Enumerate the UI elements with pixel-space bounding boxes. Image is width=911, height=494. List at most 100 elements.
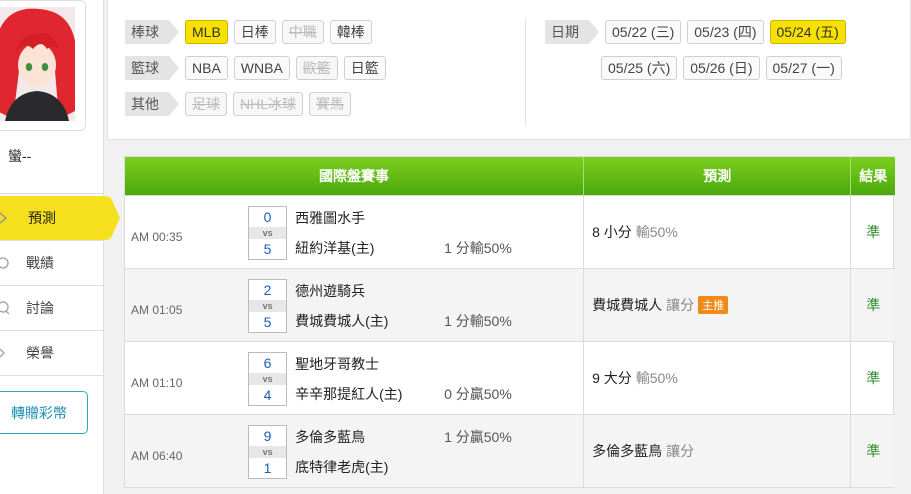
menu-item-discussion[interactable]: 討論 [0, 286, 104, 330]
away-score: 6 [263, 354, 272, 371]
away-score: 2 [263, 281, 272, 298]
away-team[interactable]: 西雅圖水手 [295, 208, 365, 228]
league-chip-cpbl: 中職 [281, 20, 324, 44]
gift-coins-button[interactable]: 轉贈彩幣 [0, 391, 88, 434]
home-team[interactable]: 費城費城人(主) [295, 311, 388, 331]
away-score: 9 [263, 427, 272, 444]
date-chip[interactable]: 05/27 (一) [765, 56, 842, 80]
league-chip-japan-baseball[interactable]: 日棒 [233, 20, 276, 44]
league-chip-wnba[interactable]: WNBA [233, 56, 290, 80]
game-time: AM 01:10 [125, 340, 192, 414]
game-time: AM 06:40 [125, 413, 192, 487]
username: 蠻-- [8, 148, 32, 164]
prediction-pick: 費城費城人 [592, 296, 663, 313]
league-chip-mlb[interactable]: MLB [185, 20, 228, 44]
date-tag: 日期 [545, 20, 599, 44]
date-chip[interactable]: 05/22 (三) [605, 20, 682, 44]
basketball-tag: 籃球 [125, 56, 179, 80]
prediction-cell: 多倫多藍鳥 讓分 [583, 413, 851, 487]
filter-panel: 棒球 MLB 日棒 中職 韓棒 籃球 NBA WNBA 歐籃 日籃 其他 足球 … [107, 0, 911, 140]
result-cell: 準 [850, 194, 895, 268]
header-prediction: 預測 [583, 157, 852, 195]
other-filter-row: 其他 足球 NHL冰球 賽馬 [125, 92, 352, 116]
result-cell: 準 [850, 340, 895, 414]
prediction-type: 輸50% [635, 369, 678, 386]
spread-home: 1 分輸50% [444, 312, 512, 329]
filter-divider [525, 18, 526, 126]
menu-label: 榮譽 [26, 345, 54, 361]
menu-label: 討論 [26, 300, 54, 316]
score-box: 6 vs 4 [248, 351, 288, 406]
basketball-filter-row: 籃球 NBA WNBA 歐籃 日籃 [125, 56, 386, 80]
spread-home: 0 分贏50% [444, 385, 512, 402]
date-row-1: 日期 05/22 (三) 05/23 (四) 05/24 (五) [545, 20, 846, 44]
spread-away: 1 分贏50% [444, 428, 512, 445]
predictions-table: 國際盤賽事 預測 結果 AM 00:35 0 vs 5 西雅圖水手 紐約洋基(主… [124, 156, 895, 488]
prediction-pick: 8 小分 [592, 223, 632, 240]
prediction-type: 讓分 [666, 296, 695, 313]
away-score: 0 [263, 208, 272, 225]
record-icon [0, 255, 12, 271]
featured-pick-badge: 主推 [698, 295, 729, 314]
prediction-cell: 費城費城人 讓分 主推 [583, 267, 851, 341]
result-cell: 準 [850, 267, 895, 341]
menu-label: 預測 [28, 210, 56, 226]
match-cell: 6 vs 4 聖地牙哥教士 辛辛那提紅人(主) 0 分贏50% [191, 340, 584, 414]
home-score: 5 [263, 313, 272, 330]
match-cell: 2 vs 5 德州遊騎兵 費城費城人(主) 1 分輸50% [191, 267, 584, 341]
vs-label: vs [249, 372, 287, 385]
league-chip-japan-basketball[interactable]: 日籃 [343, 56, 386, 80]
date-chip-selected[interactable]: 05/24 (五) [769, 20, 846, 44]
date-chip[interactable]: 05/23 (四) [687, 20, 764, 44]
away-team[interactable]: 聖地牙哥教士 [295, 354, 379, 374]
home-score: 5 [263, 240, 272, 257]
league-chip-soccer: 足球 [185, 92, 227, 116]
vs-label: vs [249, 299, 287, 312]
match-cell: 0 vs 5 西雅圖水手 紐約洋基(主) 1 分輸50% [191, 194, 584, 268]
home-team[interactable]: 辛辛那提紅人(主) [295, 384, 402, 404]
score-box: 2 vs 5 [248, 278, 288, 333]
date-chip[interactable]: 05/25 (六) [601, 56, 678, 80]
table-row: AM 01:10 6 vs 4 聖地牙哥教士 辛辛那提紅人(主) 0 分贏50%… [125, 340, 895, 414]
menu-item-honor[interactable]: 榮譽 [0, 331, 104, 375]
prediction-cell: 9 大分 輸50% [583, 340, 851, 414]
league-chip-euro-basketball: 歐籃 [295, 56, 338, 80]
menu-item-record[interactable]: 戰績 [0, 241, 104, 285]
result-cell: 準 [850, 413, 895, 487]
away-team[interactable]: 德州遊騎兵 [295, 281, 365, 301]
home-score: 1 [263, 459, 272, 476]
home-score: 4 [263, 386, 272, 403]
home-team[interactable]: 紐約洋基(主) [295, 238, 374, 258]
header-match: 國際盤賽事 [125, 157, 585, 195]
prediction-pick: 9 大分 [592, 369, 632, 386]
score-box: 9 vs 1 [248, 424, 288, 479]
baseball-filter-row: 棒球 MLB 日棒 中職 韓棒 [125, 20, 372, 44]
game-time: AM 01:05 [125, 267, 192, 341]
date-row-2: 05/25 (六) 05/26 (日) 05/27 (一) [601, 56, 842, 80]
league-chip-nhl: NHL冰球 [233, 92, 304, 116]
avatar[interactable] [0, 0, 86, 131]
header-result: 結果 [850, 157, 895, 195]
match-cell: 9 vs 1 多倫多藍鳥 底特律老虎(主) 1 分贏50% [191, 413, 584, 487]
table-row: AM 06:40 9 vs 1 多倫多藍鳥 底特律老虎(主) 1 分贏50% 多… [125, 413, 895, 487]
other-tag: 其他 [125, 92, 179, 116]
away-team[interactable]: 多倫多藍鳥 [295, 427, 365, 447]
date-chip[interactable]: 05/26 (日) [683, 56, 760, 80]
prediction-pick: 多倫多藍鳥 [592, 442, 663, 459]
vs-label: vs [249, 226, 287, 239]
prediction-cell: 8 小分 輸50% [583, 194, 851, 268]
menu-item-prediction[interactable]: 預測 [0, 196, 120, 240]
table-row: AM 01:05 2 vs 5 德州遊騎兵 費城費城人(主) 1 分輸50% 費… [125, 267, 895, 341]
league-chip-nba[interactable]: NBA [185, 56, 228, 80]
home-team[interactable]: 底特律老虎(主) [295, 457, 388, 477]
discussion-icon [0, 300, 12, 316]
spread-home: 1 分輸50% [444, 239, 512, 256]
prediction-type: 讓分 [666, 442, 695, 459]
baseball-tag: 棒球 [125, 20, 179, 44]
sidebar: 蠻-- 預測 戰績 討論 榮譽 轉贈彩幣 [0, 0, 120, 494]
table-row: AM 00:35 0 vs 5 西雅圖水手 紐約洋基(主) 1 分輸50% 8 … [125, 194, 895, 268]
menu-label: 戰績 [26, 255, 54, 271]
prediction-icon [0, 210, 12, 226]
league-chip-horse-racing: 賽馬 [309, 92, 352, 116]
league-chip-kbo[interactable]: 韓棒 [329, 20, 372, 44]
